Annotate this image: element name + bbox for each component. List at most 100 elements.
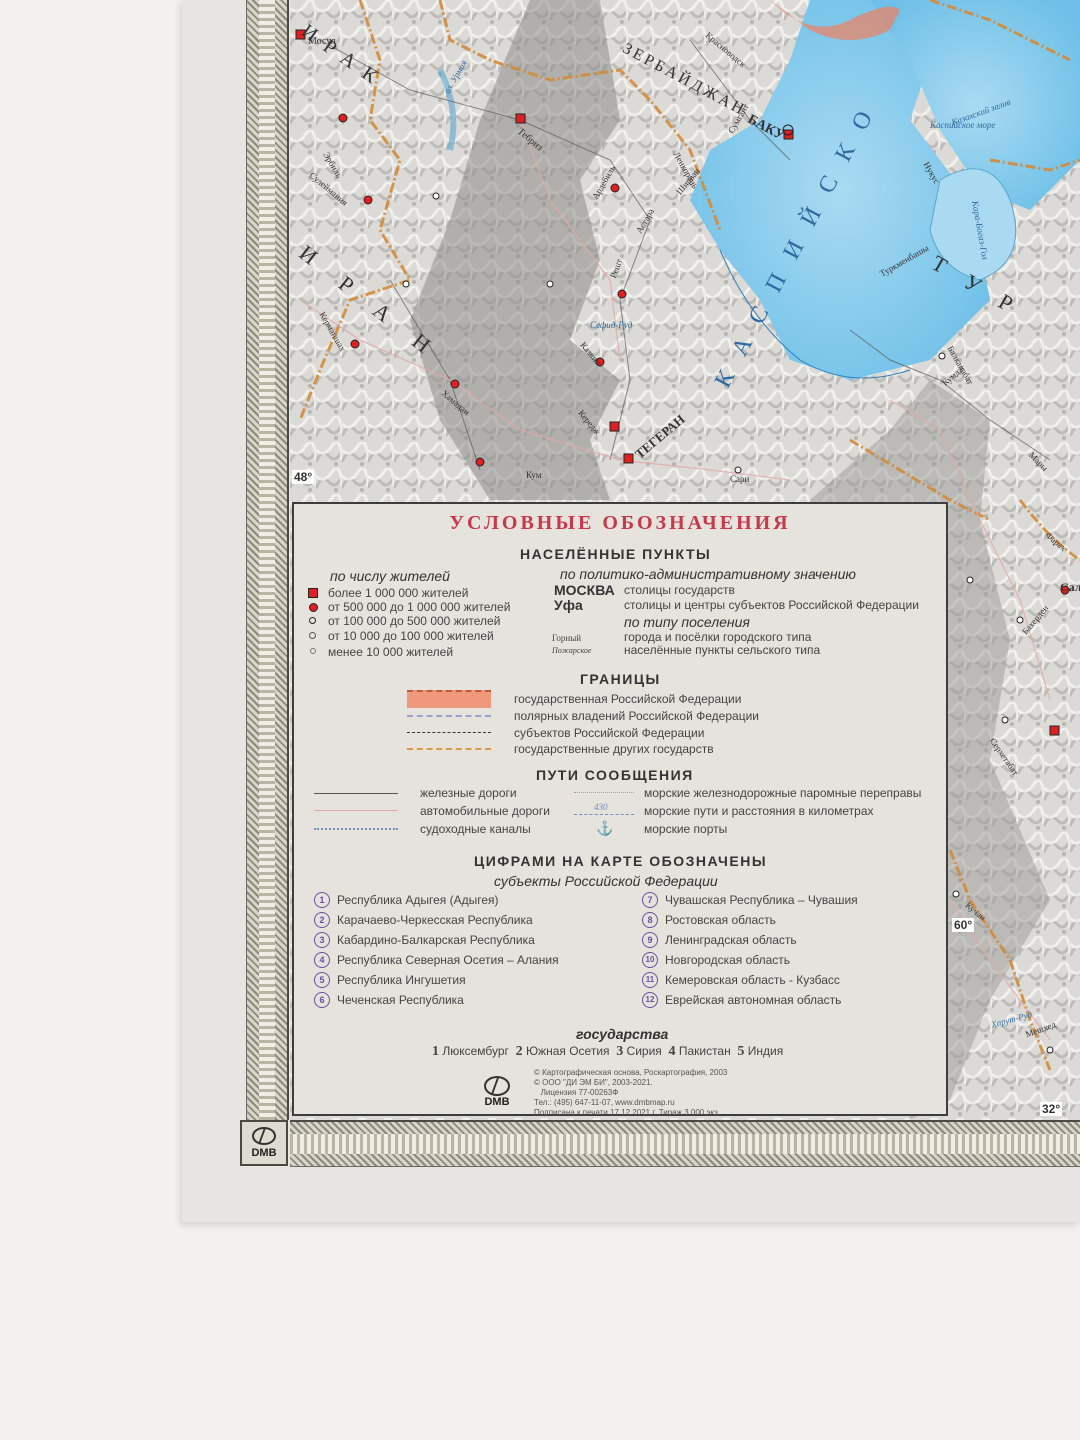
subject-number-badge: 10 [642,952,658,968]
population-symbol-circle [309,617,316,624]
copyright-line: © ООО "ДИ ЭМ БИ", 2003-2021. [534,1078,653,1087]
state-name: Южная Осетия [525,1044,610,1058]
legend-title: УСЛОВНЫЕ ОБОЗНАЧЕНИЯ [449,512,791,534]
subject-number-badge: 1 [314,892,330,908]
subject-row: Ростовская область [665,913,776,927]
border-symbol-foreign [407,748,491,750]
states-list: 1 Люксембург 2 Южная Осетия 3 Сирия 4 Па… [432,1044,783,1060]
border-row: государственные других государств [514,742,714,756]
state-name: Пакистан [678,1044,731,1058]
copyright-line: Подписана к печати 17.12.2021 г. Тираж 3… [534,1108,720,1117]
copyright-block: © Картографическая основа, Роскартографи… [534,1068,727,1118]
subject-row: Чеченская Республика [337,993,464,1007]
population-row: более 1 000 000 жителей [328,586,469,600]
anchor-icon: ⚓ [596,820,614,836]
subject-row: Кабардино-Балкарская Республика [337,933,535,947]
border-row: полярных владений Российской Федерации [514,709,759,723]
degree-label: 60° [952,918,975,932]
subject-row: Республика Северная Осетия – Алания [337,953,559,967]
copyright-line: Тел.: (495) 647-11-07, www.dmbmap.ru [534,1098,675,1107]
decorative-frame-left [246,0,289,1120]
subject-number-badge: 11 [642,972,658,988]
population-row: от 10 000 до 100 000 жителей [328,629,494,643]
subject-number-badge: 6 [314,992,330,1008]
population-row: менее 10 000 жителей [328,645,454,659]
copyright-line: Лицензия 77-00263Ф [534,1088,619,1097]
population-symbol-tiny-circle [310,648,316,654]
type-row: города и посёлки городского типа [624,630,812,644]
subject-row: Ленинградская область [665,933,797,947]
subject-number-badge: 12 [642,992,658,1008]
route-row: автомобильные дороги [420,804,550,818]
subject-row: Республика Ингушетия [337,973,466,987]
admin-subheading: по политико-административному значению [560,566,856,582]
decorative-frame-bottom [290,1120,1080,1167]
state-name: Люксембург [442,1044,509,1058]
type-subheading: по типу поселения [624,614,750,630]
type-sample-urban: Горный [552,633,582,643]
routes-heading: ПУТИ СООБЩЕНИЯ [536,767,694,783]
subject-row: Кемеровская область - Кузбасс [665,973,840,987]
subject-number-badge: 7 [642,892,658,908]
route-row: морские порты [644,822,728,836]
map-city-label: Сари [730,474,750,484]
subject-number-badge: 8 [642,912,658,928]
logo-text: DMB [484,1096,510,1108]
state-number: 5 [737,1044,745,1059]
dmb-logo-icon [484,1076,510,1096]
population-row: от 500 000 до 1 000 000 жителей [328,600,511,614]
route-row: судоходные каналы [420,822,531,836]
population-row: от 100 000 до 500 000 жителей [328,614,501,628]
admin-sample-center: Уфа [554,597,583,613]
type-row: населённые пункты сельского типа [624,643,821,657]
subject-row: Новгородская область [665,953,791,967]
population-symbol-red-dot [309,603,318,612]
border-symbol-polar [407,715,491,717]
numbers-subheading: субъекты Российской Федерации [494,873,718,889]
state-number: 2 [515,1044,523,1059]
route-row: морские пути и расстояния в километрах [644,804,874,818]
border-symbol-state [407,690,491,708]
map-water-label: Сефид-Руд [590,320,633,330]
copyright-line: © Картографическая основа, Роскартографи… [534,1068,728,1077]
state-name: Сирия [626,1044,662,1058]
subject-number-badge: 9 [642,932,658,948]
map-city-label: Мосул [308,36,336,47]
subject-row: Еврейская автономная область [665,993,842,1007]
borders-heading: ГРАНИЦЫ [580,671,661,687]
state-name: Индия [747,1044,784,1058]
state-number: 3 [616,1044,624,1059]
admin-row: столицы государств [624,583,735,597]
route-row: морские железнодорожные паромные перепра… [644,786,922,800]
subject-row: Республика Адыгея (Адыгея) [337,893,499,907]
border-row: субъектов Российской Федерации [514,726,705,740]
states-heading: государства [576,1026,669,1042]
population-subheading: по числу жителей [330,568,450,584]
map-legend: УСЛОВНЫЕ ОБОЗНАЧЕНИЯ НАСЕЛЁННЫЕ ПУНКТЫ п… [292,502,948,1118]
border-symbol-subject [407,732,491,733]
degree-label: 48° [292,470,315,484]
type-sample-rural: Пожарское [552,646,592,655]
route-symbol-sea-route [574,814,634,815]
corner-logo: DMB [240,1120,288,1166]
admin-sample-capital: МОСКВА [554,582,615,598]
admin-row: столицы и центры субъектов Российской Фе… [624,598,919,612]
border-row: государственная Российской Федерации [514,692,742,706]
map-city-label: Сальяны [1060,580,1080,594]
legend-dmb-logo: DMB [484,1076,510,1108]
subject-row: Карачаево-Черкесская Республика [337,913,533,927]
distance-sample: 430 [594,802,608,812]
population-symbol-square [308,588,318,598]
degree-label: 32° [1040,1102,1063,1116]
dmb-logo-icon [252,1127,276,1145]
route-symbol-canal [314,828,398,830]
settlements-heading: НАСЕЛЁННЫЕ ПУНКТЫ [520,546,712,562]
subject-number-badge: 5 [314,972,330,988]
route-row: железные дороги [420,786,517,800]
state-number: 1 [432,1044,439,1059]
route-symbol-ferry [574,792,634,793]
numbers-heading: ЦИФРАМИ НА КАРТЕ ОБОЗНАЧЕНЫ [474,853,768,869]
map-city-label: Кум [526,470,542,480]
logo-text: DMB [251,1147,277,1159]
subject-number-badge: 2 [314,912,330,928]
